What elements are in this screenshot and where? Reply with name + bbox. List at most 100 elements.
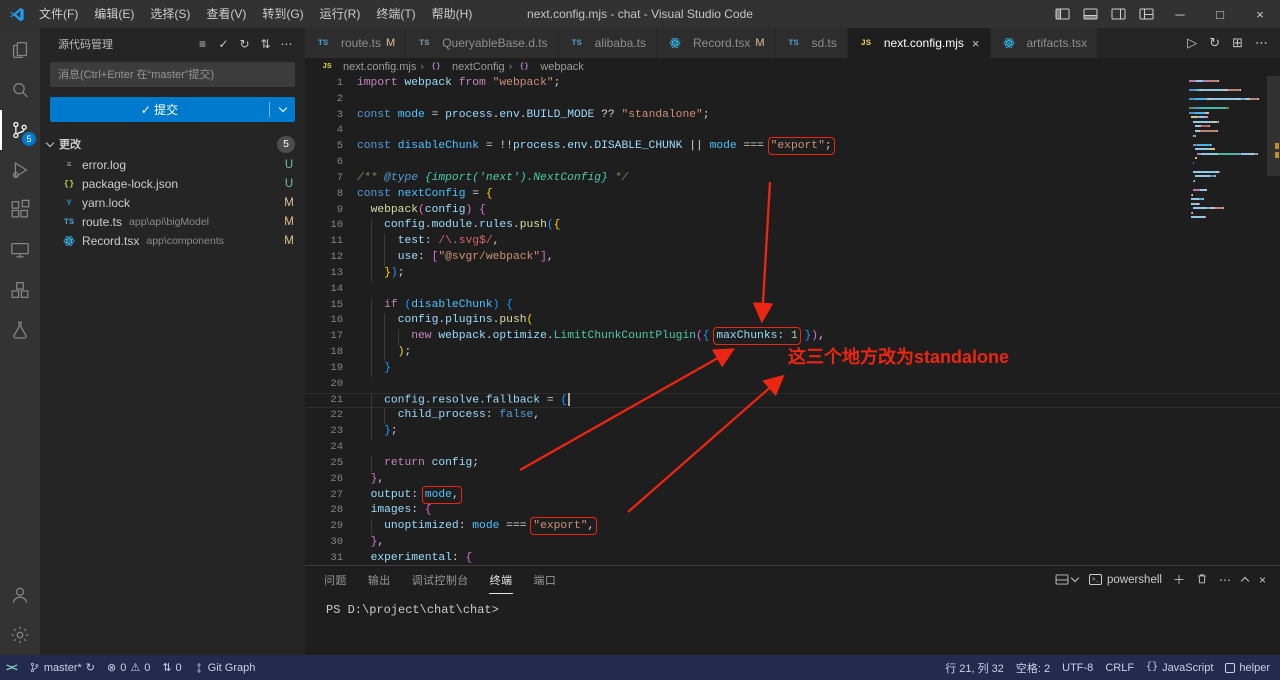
panel-tab-输出[interactable]: 输出 [367, 566, 392, 594]
code-line[interactable]: 12 use: ["@svgr/webpack"], [305, 250, 1280, 266]
panel-tab-终端[interactable]: 终端 [489, 566, 514, 594]
editor-tab-next.config.mjs[interactable]: JSnext.config.mjs× [848, 28, 991, 58]
activity-explorer[interactable] [0, 30, 40, 70]
code-line[interactable]: 25 return config; [305, 456, 1280, 472]
code-line[interactable]: 29 unoptimized: mode === "export", [305, 519, 1280, 535]
code-line[interactable]: 24 [305, 440, 1280, 456]
editor-tab-alibaba.ts[interactable]: TSalibaba.ts [559, 28, 657, 58]
cursor-position[interactable]: 行 21, 列 32 [939, 655, 1010, 680]
scm-file-row[interactable]: TSroute.tsapp\api\bigModelM [40, 212, 305, 231]
close-panel-icon[interactable]: × [1259, 573, 1266, 587]
editor-more-actions-icon[interactable]: ⋯ [1255, 35, 1268, 51]
activity-source-control[interactable]: 5 [0, 110, 40, 150]
menu-item[interactable]: 文件(F) [31, 0, 86, 28]
indentation[interactable]: 空格: 2 [1010, 655, 1056, 680]
activity-run-debug[interactable] [0, 150, 40, 190]
menu-item[interactable]: 运行(R) [312, 0, 369, 28]
editor-tab-QueryableBase.d.ts[interactable]: TSQueryableBase.d.ts [406, 28, 558, 58]
code-line[interactable]: 4 [305, 123, 1280, 139]
commit-message-input[interactable] [50, 62, 295, 87]
toggle-secondary-sidebar-icon[interactable] [1104, 0, 1132, 28]
panel-tab-调试控制台[interactable]: 调试控制台 [411, 566, 470, 594]
editor-scrollbar[interactable] [1267, 76, 1280, 176]
menu-item[interactable]: 转到(G) [254, 0, 311, 28]
sort-icon[interactable]: ⇅ [255, 34, 276, 54]
editor-tab-route.ts[interactable]: TSroute.tsM [305, 28, 406, 58]
code-line[interactable]: 9 webpack(config) { [305, 203, 1280, 219]
minimap[interactable] [1189, 80, 1263, 221]
activity-testing[interactable] [0, 310, 40, 350]
menu-item[interactable]: 选择(S) [142, 0, 198, 28]
code-line[interactable]: 31 experimental: { [305, 551, 1280, 565]
menu-item[interactable]: 帮助(H) [424, 0, 481, 28]
code-line[interactable]: 20 [305, 377, 1280, 393]
code-line[interactable]: 21 config.resolve.fallback = { [305, 393, 1280, 409]
problems-indicator[interactable]: ⊗0 ⚠0 [101, 655, 156, 680]
breadcrumb-item[interactable]: JSnext.config.mjs [319, 61, 416, 73]
sync-changes-indicator[interactable]: ⇅0 [156, 655, 187, 680]
customize-layout-icon[interactable] [1132, 0, 1160, 28]
tab-close-icon[interactable]: × [972, 36, 980, 51]
terminal[interactable]: PS D:\project\chat\chat> [305, 593, 1280, 617]
terminal-layout-button[interactable] [1055, 574, 1078, 585]
commit-dropdown[interactable] [269, 102, 295, 117]
code-line[interactable]: 14 [305, 282, 1280, 298]
editor-tab-Record.tsx[interactable]: Record.tsxM [657, 28, 776, 58]
code-line[interactable]: 8const nextConfig = { [305, 187, 1280, 203]
close-button[interactable]: × [1240, 0, 1280, 28]
run-code-icon[interactable]: ▷ [1187, 35, 1197, 51]
code-line[interactable]: 30 }, [305, 535, 1280, 551]
code-line[interactable]: 11 test: /\.svg$/, [305, 234, 1280, 250]
panel-tab-问题[interactable]: 问题 [323, 566, 348, 594]
editor-tab-artifacts.tsx[interactable]: artifacts.tsx [991, 28, 1099, 58]
code-line[interactable]: 23 }; [305, 424, 1280, 440]
activity-extensions[interactable] [0, 190, 40, 230]
breadcrumb-item[interactable]: {}webpack [516, 61, 583, 73]
code-line[interactable]: 22 child_process: false, [305, 408, 1280, 424]
breadcrumb-item[interactable]: {}nextConfig [428, 61, 505, 73]
code-line[interactable]: 26 }, [305, 472, 1280, 488]
code-line[interactable]: 15 if (disableChunk) { [305, 298, 1280, 314]
encoding[interactable]: UTF-8 [1056, 655, 1099, 680]
code-line[interactable]: 16 config.plugins.push( [305, 313, 1280, 329]
scm-file-row[interactable]: {}package-lock.jsonU [40, 174, 305, 193]
menu-item[interactable]: 终端(T) [368, 0, 423, 28]
editor-tab-sd.ts[interactable]: TSsd.ts [776, 28, 848, 58]
code-line[interactable]: 28 images: { [305, 503, 1280, 519]
code-editor[interactable]: 1import webpack from "webpack";23const m… [305, 76, 1280, 565]
code-line[interactable]: 7/** @type {import('next').NextConfig} *… [305, 171, 1280, 187]
kill-terminal-icon[interactable] [1196, 572, 1208, 588]
eol[interactable]: CRLF [1099, 655, 1140, 680]
activity-account[interactable] [0, 575, 40, 615]
terminal-instance[interactable]: >_powershell [1089, 574, 1162, 586]
language-mode[interactable]: {}JavaScript [1140, 655, 1219, 680]
more-actions-icon[interactable]: ⋯ [276, 34, 297, 54]
panel-tab-端口[interactable]: 端口 [532, 566, 557, 594]
activity-remote-explorer[interactable] [0, 230, 40, 270]
new-terminal-icon[interactable]: ＋ [1173, 571, 1185, 588]
refresh-icon[interactable]: ↻ [234, 34, 255, 54]
helper-extension[interactable]: helper [1219, 655, 1276, 680]
scm-file-row[interactable]: Yyarn.lockM [40, 193, 305, 212]
commit-button[interactable]: ✓ 提交 [50, 97, 295, 122]
timeline-icon[interactable]: ↻ [1209, 35, 1220, 51]
split-editor-icon[interactable]: ⊞ [1232, 35, 1243, 51]
changes-section-header[interactable]: 更改 5 [40, 133, 305, 155]
maximize-panel-icon[interactable] [1242, 573, 1248, 587]
branch-indicator[interactable]: master* ↻ [23, 655, 101, 680]
commit-check-icon[interactable]: ✓ [213, 34, 234, 54]
code-line[interactable]: 3const mode = process.env.BUILD_MODE ?? … [305, 108, 1280, 124]
code-line[interactable]: 5const disableChunk = !!process.env.DISA… [305, 139, 1280, 155]
code-line[interactable]: 13 }); [305, 266, 1280, 282]
view-mode-icon[interactable]: ≡ [192, 34, 213, 54]
maximize-button[interactable]: □ [1200, 0, 1240, 28]
git-graph-button[interactable]: Git Graph [188, 655, 262, 680]
menu-item[interactable]: 编辑(E) [86, 0, 142, 28]
scm-file-row[interactable]: Record.tsxapp\componentsM [40, 231, 305, 250]
panel-more-actions-icon[interactable]: ⋯ [1219, 573, 1231, 587]
code-line[interactable]: 1import webpack from "webpack"; [305, 76, 1280, 92]
activity-settings[interactable] [0, 615, 40, 655]
code-line[interactable]: 6 [305, 155, 1280, 171]
code-line[interactable]: 10 config.module.rules.push({ [305, 218, 1280, 234]
activity-containers[interactable] [0, 270, 40, 310]
